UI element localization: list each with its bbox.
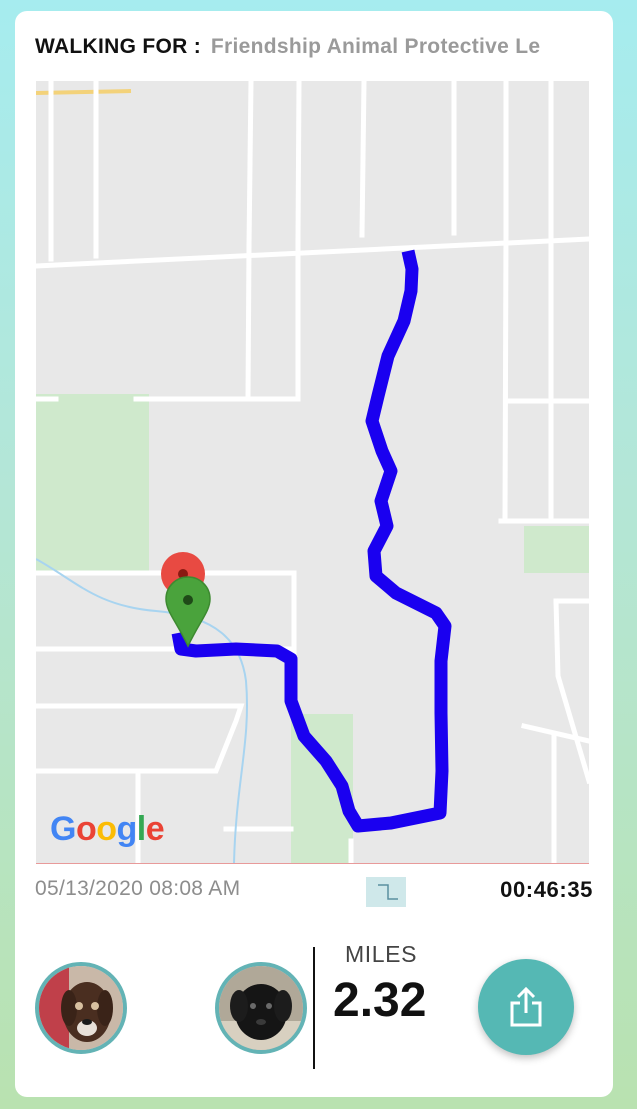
walking-for-label: WALKING FOR : [35, 35, 202, 58]
distance-value: 2.32 [333, 974, 427, 1027]
walk-summary-card: WALKING FOR : Friendship Animal Protecti… [15, 11, 613, 1097]
dog-avatar-2[interactable] [215, 962, 307, 1054]
route-toggle-icon[interactable] [366, 877, 406, 907]
brown-dog-avatar-icon [39, 966, 123, 1050]
dog-avatar-1[interactable] [35, 962, 127, 1054]
walk-date-time: 05/13/2020 08:08 AM [35, 877, 241, 900]
organization-name[interactable]: Friendship Animal Protective Le [211, 35, 540, 58]
walk-duration: 00:46:35 [500, 877, 593, 902]
google-logo: Google [50, 810, 165, 848]
route-map[interactable]: Google [36, 81, 589, 864]
map-canvas [36, 81, 589, 863]
distance-label: MILES [345, 941, 418, 967]
black-dog-avatar-icon [219, 966, 303, 1050]
share-icon [510, 986, 542, 1027]
share-button[interactable] [478, 959, 574, 1055]
stats-divider [313, 947, 315, 1069]
walking-for-header: WALKING FOR : Friendship Animal Protecti… [35, 35, 595, 63]
